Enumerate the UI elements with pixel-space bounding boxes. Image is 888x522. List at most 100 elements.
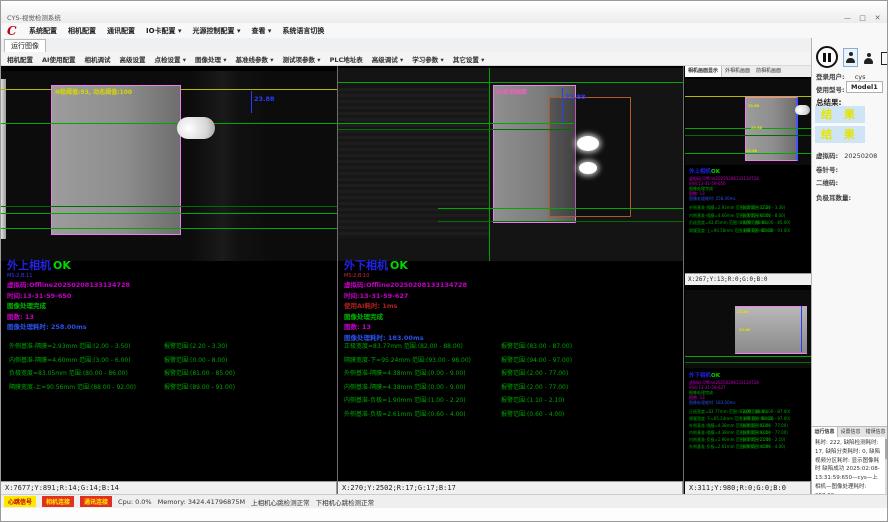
user-icon [846,52,855,63]
mini-camera1-measurements: 外侧基准-隔膜=2.93mm 范围:(2.00 - 3.50) 报警范围:(2.… [685,204,811,234]
toolbar-item[interactable]: 相机配置 [7,54,33,64]
camera2-ai-elapsed: 使用AI耗时: 1ms [344,301,674,312]
camera2-name: 外下相机 [344,259,388,272]
menu-item[interactable]: 系统语言切换 [282,26,324,36]
probe-object [795,105,810,115]
green-measure-line [1,206,337,207]
login-user-row: 登录用户: cys [816,71,866,81]
measurement-row: 外侧基准-隔膜=2.93mm 范围:(2.00 - 3.50) 报警范围:(2.… [685,204,811,212]
tab-run-image[interactable]: 运行图像 [4,39,46,52]
camera1-time: 时间:13-31-59-650 [7,291,337,302]
window-margin [1,508,887,522]
measurement-value: 隔膜宽度-上=90.56mm 范围:(88.00 - 92.00) [9,382,136,391]
mini-view-tab[interactable]: 前相机画面 [753,66,784,77]
sidebar: → 登录用户: cys 使用型号: Model1 总结果: 结 果 结 果 虚拟… [811,38,888,494]
measurement-row: 外侧基准-负极=2.61mm 范围:(0.60 - 4.00) 报警范围:(0.… [685,443,811,450]
log-area[interactable]: 耗时: 222, 缺陷检测耗时: 17, 缺陷分类耗时: 0, 缺陷视频分区耗时… [812,437,885,494]
menu-item[interactable]: IO卡配置 ▾ [146,26,182,36]
measure-value-tag: 23.88 [748,104,759,108]
measurement-value: 外侧基准-负极=2.61mm 范围:(0.60 - 4.00) [344,409,466,418]
toolbar-item[interactable]: 图像处理 ▾ [195,54,227,64]
menu-item[interactable]: 通讯配置 [107,26,135,36]
measurement-row: 内侧基准-隔膜=4.60mm 范围:(3.00 - 6.00) 报警范围:(0.… [1,352,337,366]
measure-value-tag: 23.88 [751,126,762,130]
green-measure-line [338,123,574,124]
account-button[interactable] [862,50,875,66]
toolbar-item[interactable]: 学习参数 ▾ [412,54,444,64]
app-window: CYS-视觉检测系统 — □ ✕ C 系统配置相机配置通讯配置IO卡配置 ▾光源… [0,0,888,522]
measurement-alarm: 报警范围:(89.00 - 91.00) [743,228,790,234]
measurement-alarm: 报警范围:(83.00 - 87.00) [501,341,572,350]
measurement-alarm: 报警范围:(94.00 - 97.00) [501,355,572,364]
maximize-button[interactable]: □ [855,13,870,23]
toolbar-item[interactable]: PLC地址表 [330,54,363,64]
measurement-row: 内侧基准-负极=1.90mm 范围:(1.00 - 2.20) 报警范围:(1.… [685,436,811,443]
camera1-panel: N极阈值:93, 动态阈值:100 23.88 外上相机OK MS:2,B:11… [1,66,337,481]
toolbar-item[interactable]: 相机调试 [84,54,110,64]
model-label: 使用型号: [816,86,845,94]
close-button[interactable]: ✕ [870,13,885,23]
green-measure-line [1,228,337,229]
measure-value-tag: 23.88 [737,310,748,314]
menu-items: 系统配置 相机配置 通讯配置 IO卡配置 ▾ 光源控制配置 ▾ 查看 ▾ 系统语言切换 [29,23,324,38]
menu-item[interactable]: 光源控制配置 ▾ [193,26,241,36]
measurement-alarm: 报警范围:(2.00 - 77.00) [501,368,568,377]
measurement-row: 隔膜宽度-上=90.56mm 范围:(88.00 - 92.00) 报警范围:(… [685,227,811,235]
exit-door-icon: → [881,52,888,65]
mini-camera1-view[interactable]: 23.88 23.88 23.88 外上相机OK 虚拟码:Offline2025… [685,77,811,273]
login-user-value: cys [855,73,866,81]
toolbar-item[interactable]: 高级设置 [119,54,145,64]
model-row: 使用型号: [816,84,845,94]
result-box-1: 结 果 [815,106,865,123]
ai-view-label: AI检测画面 [496,87,527,96]
measure-value-tag: 23.88 [254,95,275,103]
toolbar-item[interactable]: 测试项参数 ▾ [283,54,321,64]
camera1-coordinates: X:7677;Y:891;R:14;G:14;B:14 [1,481,337,494]
probe-object [177,117,215,139]
menu-item[interactable]: 相机配置 [68,26,96,36]
toolbar-item[interactable]: 点检设置 ▾ [154,54,186,64]
camera2-image[interactable]: AI检测画面 23.88 [338,68,683,261]
mini-view-tab[interactable]: 相机画面显示 [685,66,722,77]
barcode-value: 20250208 [844,152,877,160]
minimize-button[interactable]: — [840,13,855,23]
measurement-alarm: 报警范围:(81.00 - 85.00) [164,368,235,377]
measure-marker [251,91,252,113]
bright-spot [577,136,599,151]
toolbar-item[interactable]: 高级调试 ▾ [372,54,404,64]
menu-item[interactable]: 查看 ▾ [251,26,271,36]
camera2-coordinates: X:270;Y:2502;R:17;G:17;B:17 [338,481,683,494]
qrcode-row: 二维码: [816,177,838,187]
measurement-value: 内侧基准-隔膜=4.60mm 范围:(3.00 - 6.00) [9,355,131,364]
mini-view-tab[interactable]: 外相机画面 [722,66,753,77]
camera1-status-ok: OK [53,259,71,272]
camera2-debug: MS:2,B:10 [344,273,674,280]
measurement-alarm: 报警范围:(0.00 - 8.00) [164,355,227,364]
green-measure-line [685,128,811,129]
camera1-image[interactable]: N极阈值:93, 动态阈值:100 23.88 [1,71,337,261]
camera1-title: 外上相机OK [7,259,337,273]
toolbar-item[interactable]: 基准线参数 ▾ [236,54,274,64]
app-logo-icon: C [7,24,17,38]
barcode-row: 虚拟码: 20250208 [816,150,877,160]
title-bar[interactable]: CYS-视觉检测系统 — □ ✕ [1,1,887,23]
user-login-button[interactable] [843,48,858,67]
measurement-row: 内侧基准-隔膜=4.60mm 范围:(3.00 - 6.00) 报警范围:(0.… [685,212,811,220]
measurement-row: 外侧基准-隔膜=4.38mm 范围:(0.00 - 9.00) 报警范围:(2.… [685,422,811,429]
pause-button[interactable] [816,46,838,68]
lower-camera-heartbeat: 下相机心跳检测正常 [316,497,375,507]
comm-connection-badge: 通讯连接 [80,496,112,507]
model-select[interactable]: Model1 [846,81,883,93]
status-ok: OK [711,169,720,175]
mini-camera1-image: 23.88 23.88 23.88 [685,79,811,165]
window-title: CYS-视觉检测系统 [7,12,61,22]
menu-item[interactable]: 系统配置 [29,26,57,36]
exit-button[interactable]: → [878,49,888,67]
toolbar-item[interactable]: AI使用配置 [42,54,75,64]
measurement-row: 负极宽度=83.05mm 范围:(80.00 - 86.00) 报警范围:(81… [1,365,337,379]
green-vertical-line [489,68,490,261]
toolbar-item[interactable]: 其它设置 ▾ [453,54,485,64]
mini-camera2-view[interactable]: 23.88 23.88 外下相机OK 虚拟码:Offline2025020813… [685,285,811,481]
green-measure-line [685,135,811,136]
measurement-row: 隔膜宽度-上=90.56mm 范围:(88.00 - 92.00) 报警范围:(… [1,379,337,393]
